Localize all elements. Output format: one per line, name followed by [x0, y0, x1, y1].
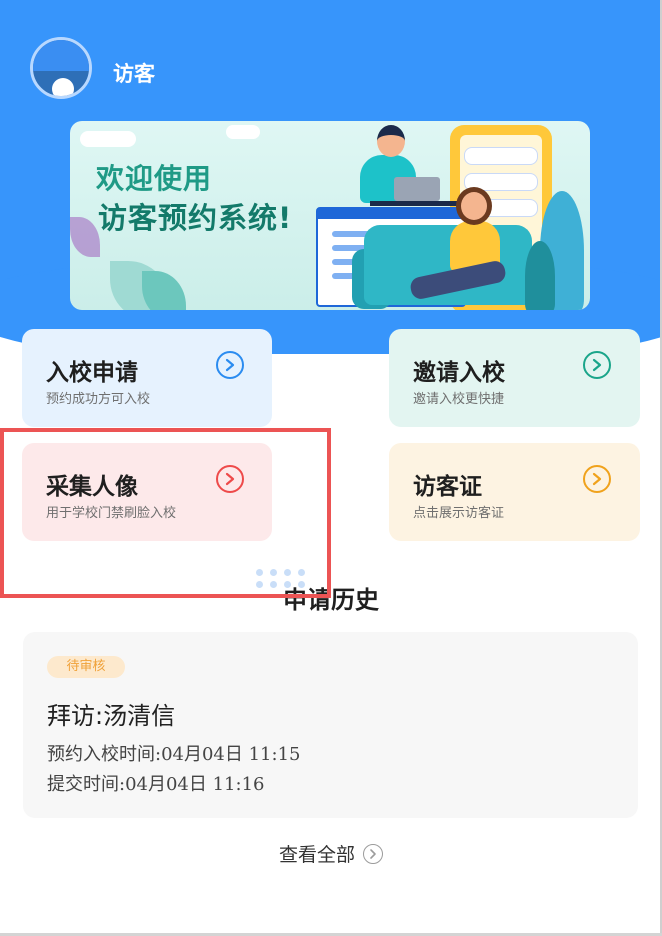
entry-time: 预约入校时间:04月04日 11:15 [47, 744, 301, 765]
card-subtitle: 用于学校门禁刷脸入校 [46, 506, 177, 521]
chevron-right-circle-icon[interactable] [216, 351, 244, 379]
section-title: 申请历史 [283, 586, 379, 614]
submit-time: 提交时间:04月04日 11:16 [47, 774, 265, 795]
card-collect-portrait[interactable]: 采集人像 用于学校门禁刷脸入校 [22, 443, 272, 541]
view-all-link[interactable]: 查看全部 [0, 840, 662, 867]
card-title: 访客证 [413, 474, 482, 500]
card-subtitle: 预约成功方可入校 [46, 392, 151, 407]
status-badge: 待审核 [47, 656, 125, 678]
card-invite-entry[interactable]: 邀请入校 邀请入校更快捷 [389, 329, 640, 427]
chevron-right-circle-icon[interactable] [583, 465, 611, 493]
banner-title-line1: 欢迎使用 [96, 162, 213, 195]
card-title: 邀请入校 [413, 360, 505, 386]
chevron-right-circle-icon[interactable] [216, 465, 244, 493]
chevron-right-circle-icon [363, 844, 383, 864]
history-record-card[interactable]: 待审核 拜访:汤清信 预约入校时间:04月04日 11:15 提交时间:04月0… [23, 632, 638, 818]
visit-title: 拜访:汤清信 [47, 702, 176, 730]
laptop-illustration [394, 177, 440, 201]
card-title: 入校申请 [46, 360, 138, 386]
banner-title-line2: 访客预约系统! [98, 201, 293, 235]
avatar[interactable] [30, 37, 92, 99]
view-all-label: 查看全部 [278, 844, 355, 866]
card-campus-entry-application[interactable]: 入校申请 预约成功方可入校 [22, 329, 272, 427]
card-visitor-pass[interactable]: 访客证 点击展示访客证 [389, 443, 640, 541]
card-subtitle: 邀请入校更快捷 [413, 392, 505, 407]
card-title: 采集人像 [46, 474, 138, 500]
chevron-right-circle-icon[interactable] [583, 351, 611, 379]
card-subtitle: 点击展示访客证 [413, 506, 505, 521]
role-label: 访客 [113, 62, 155, 86]
welcome-banner: 欢迎使用 访客预约系统! [70, 121, 590, 310]
